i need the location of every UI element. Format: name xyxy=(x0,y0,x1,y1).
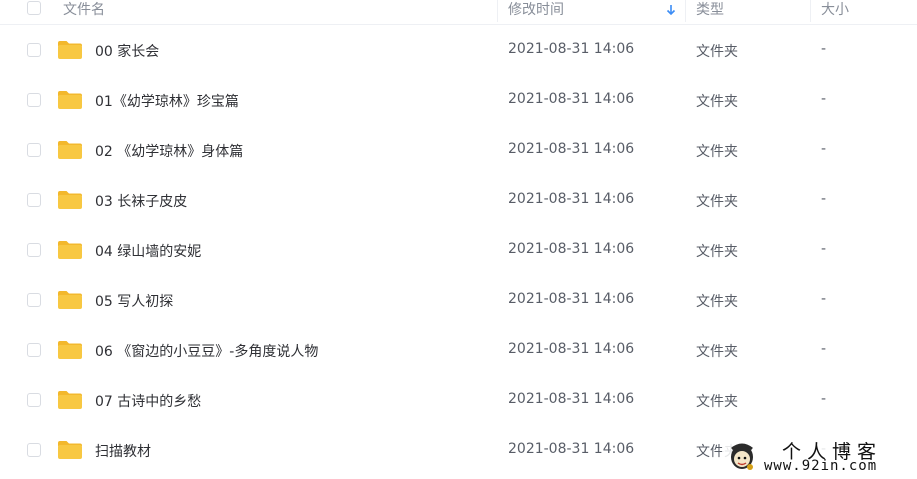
row-checkbox[interactable] xyxy=(27,93,41,107)
file-row[interactable]: 00 家长会 2021-08-31 14:06 文件夹 - xyxy=(0,26,917,76)
file-type: 文件夹 xyxy=(696,344,738,360)
file-size: - xyxy=(821,391,827,407)
folder-icon xyxy=(58,441,82,459)
file-modified-time: 2021-08-31 14:06 xyxy=(508,191,635,207)
watermark-url: www.92in.com xyxy=(764,458,878,474)
file-type: 文件夹 xyxy=(696,94,738,110)
row-checkbox[interactable] xyxy=(27,243,41,257)
file-modified-time: 2021-08-31 14:06 xyxy=(508,141,635,157)
file-modified-time: 2021-08-31 14:06 xyxy=(508,41,635,57)
file-name[interactable]: 01《幼学琼林》珍宝篇 xyxy=(95,91,239,111)
mascot-logo-icon xyxy=(731,443,753,470)
blog-watermark: 个人博客 www.92in.com xyxy=(722,433,917,479)
row-checkbox[interactable] xyxy=(27,43,41,57)
folder-icon xyxy=(58,241,82,259)
file-size: - xyxy=(821,191,827,207)
file-modified-time: 2021-08-31 14:06 xyxy=(508,441,635,457)
row-checkbox[interactable] xyxy=(27,293,41,307)
file-row[interactable]: 01《幼学琼林》珍宝篇 2021-08-31 14:06 文件夹 - xyxy=(0,76,917,126)
file-size: - xyxy=(821,291,827,307)
folder-icon xyxy=(58,391,82,409)
file-name[interactable]: 07 古诗中的乡愁 xyxy=(95,391,201,411)
column-divider[interactable] xyxy=(810,0,811,22)
column-header-size[interactable]: 大小 xyxy=(821,0,849,19)
file-type: 文件夹 xyxy=(696,294,738,310)
file-modified-time: 2021-08-31 14:06 xyxy=(508,391,635,407)
file-row[interactable]: 07 古诗中的乡愁 2021-08-31 14:06 文件夹 - xyxy=(0,376,917,426)
file-name[interactable]: 03 长袜子皮皮 xyxy=(95,191,187,211)
column-divider[interactable] xyxy=(685,0,686,22)
file-row[interactable]: 05 写人初探 2021-08-31 14:06 文件夹 - xyxy=(0,276,917,326)
column-header-modified[interactable]: 修改时间 xyxy=(508,0,564,19)
file-row[interactable]: 06 《窗边的小豆豆》-多角度说人物 2021-08-31 14:06 文件夹 - xyxy=(0,326,917,376)
arrow-down-icon[interactable] xyxy=(664,3,678,17)
file-size: - xyxy=(821,241,827,257)
row-checkbox[interactable] xyxy=(27,343,41,357)
file-type: 文件夹 xyxy=(696,394,738,410)
row-checkbox[interactable] xyxy=(27,193,41,207)
column-divider[interactable] xyxy=(497,0,498,22)
folder-icon xyxy=(58,91,82,109)
file-size: - xyxy=(821,341,827,357)
file-size: - xyxy=(821,91,827,107)
select-all-checkbox[interactable] xyxy=(27,1,41,15)
folder-icon xyxy=(58,191,82,209)
folder-icon xyxy=(58,41,82,59)
column-header-name[interactable]: 文件名 xyxy=(63,0,105,19)
file-name[interactable]: 06 《窗边的小豆豆》-多角度说人物 xyxy=(95,341,318,361)
file-name[interactable]: 00 家长会 xyxy=(95,41,159,61)
file-modified-time: 2021-08-31 14:06 xyxy=(508,91,635,107)
column-header-type[interactable]: 类型 xyxy=(696,0,724,19)
file-type: 文件夹 xyxy=(696,244,738,260)
file-name[interactable]: 05 写人初探 xyxy=(95,291,173,311)
folder-icon xyxy=(58,141,82,159)
file-size: - xyxy=(821,141,827,157)
file-type: 文件夹 xyxy=(696,194,738,210)
row-checkbox[interactable] xyxy=(27,393,41,407)
file-modified-time: 2021-08-31 14:06 xyxy=(508,241,635,257)
file-type: 文件夹 xyxy=(696,44,738,60)
row-checkbox[interactable] xyxy=(27,143,41,157)
file-list-header: 文件名 修改时间 类型 大小 xyxy=(0,0,917,25)
file-row[interactable]: 04 绿山墙的安妮 2021-08-31 14:06 文件夹 - xyxy=(0,226,917,276)
file-list-page: 文件名 修改时间 类型 大小 00 家长会 2021-08-31 14:06 文件夹… xyxy=(0,0,917,479)
folder-icon xyxy=(58,291,82,309)
file-name[interactable]: 04 绿山墙的安妮 xyxy=(95,241,201,261)
file-type: 文件夹 xyxy=(696,144,738,160)
file-modified-time: 2021-08-31 14:06 xyxy=(508,341,635,357)
file-size: - xyxy=(821,41,827,57)
file-row[interactable]: 03 长袜子皮皮 2021-08-31 14:06 文件夹 - xyxy=(0,176,917,226)
file-name[interactable]: 扫描教材 xyxy=(95,441,151,461)
file-name[interactable]: 02 《幼学琼林》身体篇 xyxy=(95,141,243,161)
folder-icon xyxy=(58,341,82,359)
file-modified-time: 2021-08-31 14:06 xyxy=(508,291,635,307)
row-checkbox[interactable] xyxy=(27,443,41,457)
file-row[interactable]: 02 《幼学琼林》身体篇 2021-08-31 14:06 文件夹 - xyxy=(0,126,917,176)
file-list: 00 家长会 2021-08-31 14:06 文件夹 - 01《幼学琼林》珍宝篇 202… xyxy=(0,26,917,476)
